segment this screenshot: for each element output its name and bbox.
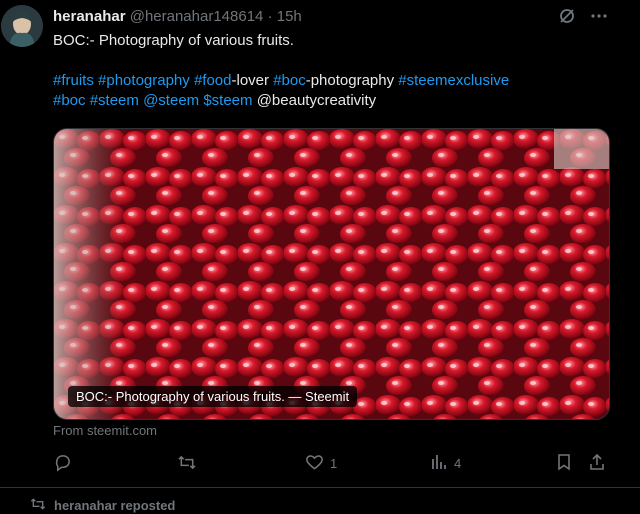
- tweet-actions: 1 4: [53, 453, 613, 475]
- tweet-text-line-3: #fruits #photography #food-lover #boc-ph…: [53, 71, 613, 91]
- hashtag-photography[interactable]: #photography: [98, 72, 190, 89]
- heart-icon: [305, 453, 324, 474]
- more-icon[interactable]: [590, 7, 608, 25]
- views-button[interactable]: 4: [430, 453, 461, 474]
- share-icon: [588, 453, 606, 474]
- tweet-divider: [0, 487, 640, 488]
- mention-steem[interactable]: @steem: [143, 92, 199, 109]
- tweet-top-actions: [558, 7, 608, 25]
- timestamp[interactable]: 15h: [277, 8, 302, 25]
- retweet-icon: [30, 497, 46, 514]
- share-button[interactable]: [588, 453, 606, 474]
- link-card-caption[interactable]: BOC:- Photography of various fruits. — S…: [68, 386, 358, 407]
- bookmark-button[interactable]: [556, 453, 572, 474]
- text-lover: -lover: [231, 72, 270, 89]
- user-handle[interactable]: @heranahar148614: [130, 8, 264, 25]
- retweet-button[interactable]: [177, 453, 197, 475]
- repost-header[interactable]: heranahar reposted: [30, 497, 175, 514]
- repost-label: heranahar reposted: [54, 498, 176, 513]
- reply-button[interactable]: [53, 453, 72, 475]
- separator-dot: ·: [267, 8, 273, 25]
- views-count: 4: [454, 456, 462, 471]
- link-card-image[interactable]: BOC:- Photography of various fruits. — S…: [53, 128, 610, 420]
- tweet-text: BOC:- Photography of various fruits. #fr…: [53, 31, 613, 111]
- hashtag-fruits[interactable]: #fruits: [53, 72, 94, 89]
- grok-icon[interactable]: [558, 7, 576, 25]
- tweet-text-line-1: BOC:- Photography of various fruits.: [53, 32, 294, 49]
- tweet-text-blank: [53, 51, 613, 71]
- hashtag-steem[interactable]: #steem: [90, 92, 139, 109]
- hashtag-food[interactable]: #food: [194, 72, 232, 89]
- reply-icon: [53, 453, 72, 475]
- cashtag-steem[interactable]: $steem: [203, 92, 252, 109]
- like-count: 1: [330, 456, 338, 471]
- pomegranate-photo: [54, 129, 609, 419]
- like-button[interactable]: 1: [305, 453, 337, 474]
- avatar[interactable]: [1, 5, 43, 47]
- display-name[interactable]: heranahar: [53, 8, 126, 25]
- link-source[interactable]: From steemit.com: [53, 423, 157, 438]
- hashtag-boc[interactable]: #boc: [273, 72, 306, 89]
- retweet-icon: [177, 453, 197, 475]
- hashtag-boc-2[interactable]: #boc: [53, 92, 86, 109]
- tweet-header: heranahar @heranahar148614 · 15h: [53, 8, 302, 25]
- hashtag-steemexclusive[interactable]: #steemexclusive: [398, 72, 509, 89]
- bookmark-icon: [556, 453, 572, 474]
- text-photography: -photography: [305, 72, 395, 89]
- mention-beautycreativity[interactable]: @beautycreativity: [257, 92, 376, 109]
- tweet-text-line-4: #boc #steem @steem $steem @beautycreativ…: [53, 91, 613, 111]
- views-icon: [430, 453, 448, 474]
